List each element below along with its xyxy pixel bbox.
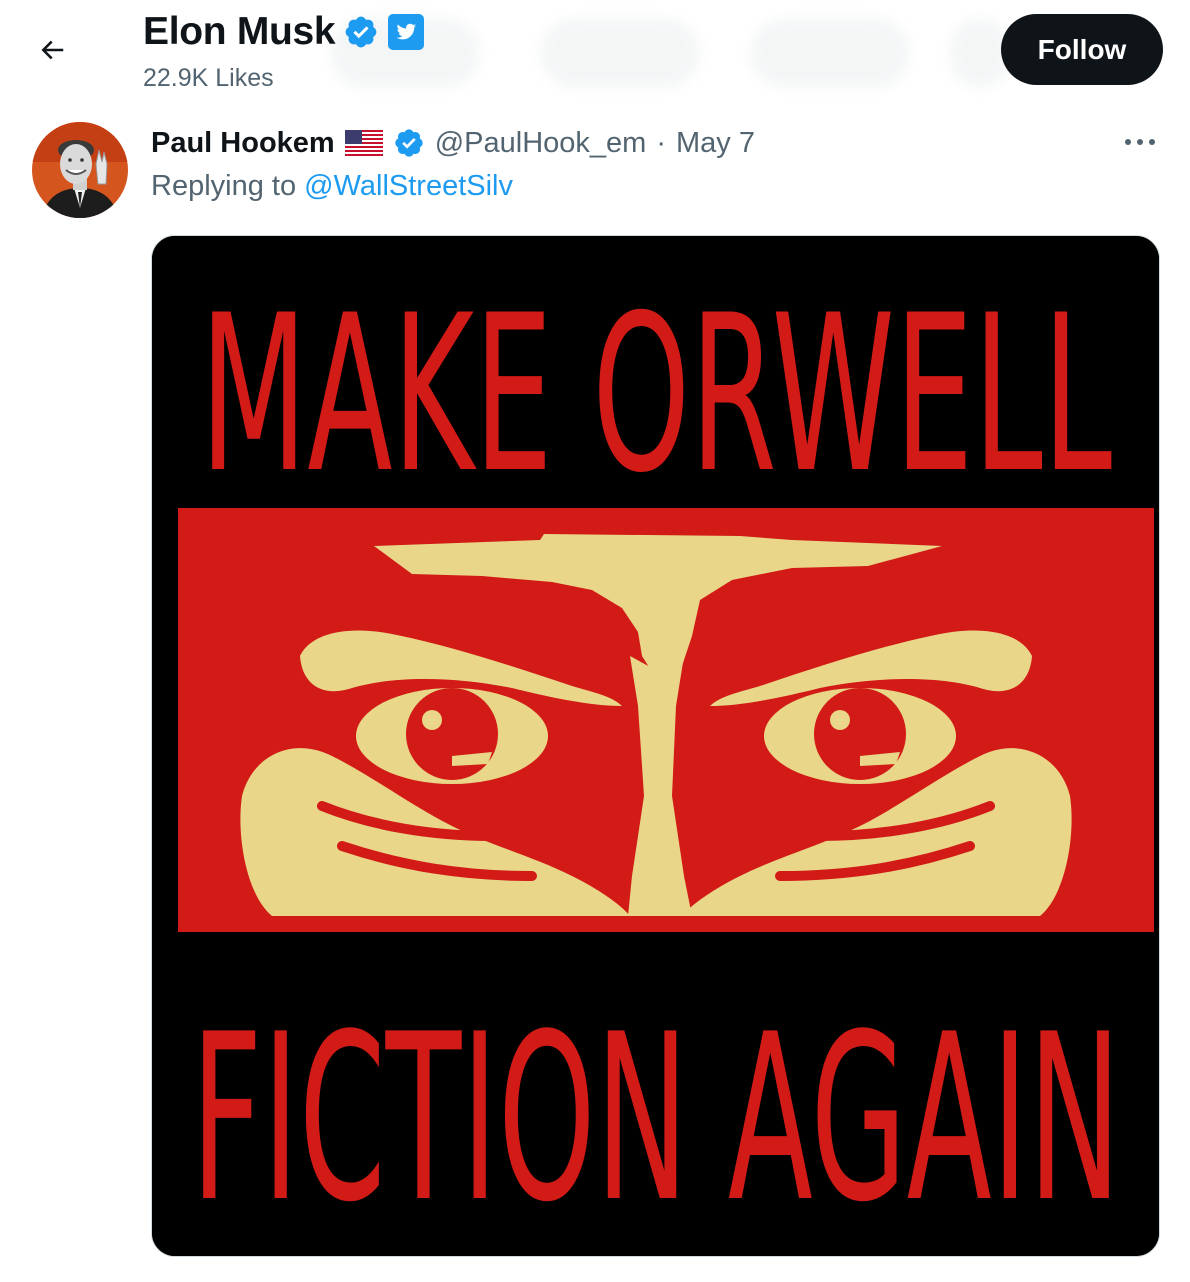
replying-to: Replying to @WallStreetSilv (151, 170, 513, 203)
replying-to-link[interactable]: @WallStreetSilv (304, 170, 513, 202)
follow-button[interactable]: Follow (1001, 14, 1163, 85)
profile-name: Elon Musk (143, 10, 336, 53)
us-flag-icon (344, 130, 383, 156)
replying-prefix: Replying to (151, 170, 297, 202)
twitter-bird-icon (388, 14, 425, 50)
profile-header: Elon Musk 22.9K Likes Follow (0, 0, 1190, 110)
poster-bottom-text: FICTION AGAIN (191, 986, 1121, 1253)
verified-badge-icon (395, 129, 423, 157)
more-options-button[interactable] (1120, 124, 1160, 160)
likes-count: 22.9K Likes (143, 64, 274, 92)
avatar[interactable] (32, 122, 128, 218)
tweet-date[interactable]: May 7 (676, 127, 755, 160)
separator-dot: · (656, 126, 666, 159)
more-options-icon (1125, 139, 1155, 145)
blurred-background (540, 18, 700, 88)
author-handle[interactable]: @PaulHook_em (435, 127, 647, 160)
poster-top-text: MAKE ORWELL (200, 269, 1112, 520)
tweet-media-image[interactable]: MAKE ORWELL FICTION AGAIN (151, 235, 1160, 1257)
poster-image: MAKE ORWELL FICTION AGAIN (152, 236, 1159, 1256)
profile-title: Elon Musk (143, 10, 425, 54)
back-button[interactable] (28, 26, 76, 74)
blurred-background (750, 18, 910, 88)
avatar-image (32, 122, 128, 218)
tweet-author-row: Paul Hookem @PaulHook_em · May 7 (151, 124, 755, 162)
arrow-left-icon (41, 40, 64, 60)
author-name[interactable]: Paul Hookem (151, 127, 335, 160)
verified-badge-icon (345, 16, 377, 48)
